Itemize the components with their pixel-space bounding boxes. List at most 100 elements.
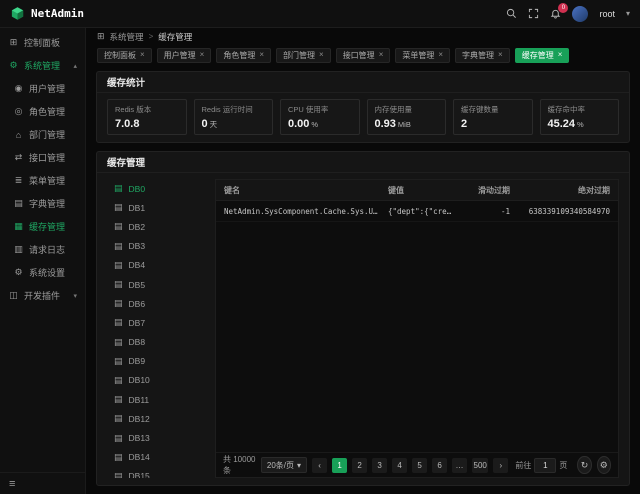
- tab-user-mgmt[interactable]: 用户管理×: [157, 48, 212, 63]
- sidebar-item-label: 控制面板: [24, 36, 60, 49]
- page-button[interactable]: 3: [372, 458, 387, 473]
- sidebar-item-dashboard[interactable]: ⊞ 控制面板: [0, 31, 85, 54]
- close-icon[interactable]: ×: [379, 51, 384, 59]
- table-row[interactable]: NetAdmin.SysComponent.Cache.Sys.UserCach…: [216, 201, 618, 222]
- tab-dept-mgmt[interactable]: 部门管理×: [276, 48, 331, 63]
- next-page-button[interactable]: ›: [493, 458, 508, 473]
- notification-bell-icon[interactable]: 0: [550, 8, 561, 19]
- db-list-item[interactable]: ▤DB2: [107, 217, 207, 236]
- refresh-button[interactable]: ↻: [577, 456, 591, 474]
- database-icon: ▤: [114, 471, 123, 478]
- plugin-icon: ◫: [8, 290, 19, 301]
- db-list-item[interactable]: ▤DB13: [107, 428, 207, 447]
- tab-dashboard[interactable]: 控制面板×: [97, 48, 152, 63]
- header-actions: 0 root ▾: [506, 6, 630, 22]
- db-list-item[interactable]: ▤DB6: [107, 294, 207, 313]
- avatar[interactable]: [572, 6, 588, 22]
- database-icon: ▤: [114, 375, 123, 386]
- breadcrumb-separator-icon: >: [149, 32, 154, 41]
- sidebar-menu: ⊞ 控制面板 ⚙ 系统管理 ▴ ◉ 用户管理 ◎ 角色管理 ⌂: [0, 28, 85, 472]
- sidebar-item-label: 部门管理: [29, 128, 65, 141]
- page-button[interactable]: 1: [332, 458, 347, 473]
- table-settings-button[interactable]: ⚙: [597, 456, 611, 474]
- db-list-item[interactable]: ▤DB8: [107, 333, 207, 352]
- sidebar-item-label: 用户管理: [29, 82, 65, 95]
- tab-dict-mgmt[interactable]: 字典管理 ×: [455, 48, 510, 63]
- tab-menu-mgmt[interactable]: 菜单管理×: [395, 48, 450, 63]
- db-list-item[interactable]: ▤DB11: [107, 390, 207, 409]
- column-header-sliding-expire: 滑动过期: [462, 185, 510, 196]
- table-header: 键名 键值 滑动过期 绝对过期: [216, 180, 618, 201]
- close-icon[interactable]: ×: [438, 51, 443, 59]
- page-button[interactable]: 5: [412, 458, 427, 473]
- sidebar-item-label: 接口管理: [29, 151, 65, 164]
- page-button[interactable]: 2: [352, 458, 367, 473]
- database-icon: ▤: [114, 317, 123, 328]
- db-list-item[interactable]: ▤DB0: [107, 179, 207, 198]
- sidebar-item-user-mgmt[interactable]: ◉ 用户管理: [0, 77, 85, 100]
- sidebar-item-dev-plugins[interactable]: ◫ 开发插件 ▾: [0, 284, 85, 307]
- sidebar-item-dict-mgmt[interactable]: ▤ 字典管理: [0, 192, 85, 215]
- stat-label: 缓存键数量: [461, 104, 525, 115]
- page-button[interactable]: 500: [472, 458, 488, 473]
- department-icon: ⌂: [13, 130, 24, 140]
- more-pages-button[interactable]: …: [452, 458, 467, 473]
- sidebar-item-request-log[interactable]: ▥ 请求日志: [0, 238, 85, 261]
- db-list-item[interactable]: ▤ DB7: [107, 313, 207, 332]
- db-list-item[interactable]: ▤DB9: [107, 352, 207, 371]
- tab-cache-mgmt[interactable]: 缓存管理×: [515, 48, 570, 63]
- close-icon[interactable]: ×: [140, 51, 145, 59]
- close-icon[interactable]: ×: [319, 51, 324, 59]
- sidebar-item-api-mgmt[interactable]: ⇄ 接口管理: [0, 146, 85, 169]
- app-logo[interactable]: NetAdmin: [10, 6, 84, 21]
- tab-role-mgmt[interactable]: 角色管理×: [216, 48, 271, 63]
- close-icon[interactable]: ×: [259, 51, 264, 59]
- page-button[interactable]: 6: [432, 458, 447, 473]
- sidebar-footer: ≡: [0, 472, 85, 494]
- stat-label: 内存使用量: [375, 104, 439, 115]
- tab-label: 字典管理: [462, 50, 494, 61]
- card-title: 缓存统计: [107, 75, 145, 89]
- sidebar-item-menu-mgmt[interactable]: ≣ 菜单管理: [0, 169, 85, 192]
- sidebar-item-system-mgmt[interactable]: ⚙ 系统管理 ▴: [0, 54, 85, 77]
- sidebar-item-cache-mgmt[interactable]: ▦ 缓存管理: [0, 215, 85, 238]
- database-icon: ▤: [114, 202, 123, 213]
- breadcrumb-root[interactable]: 系统管理: [110, 31, 144, 43]
- tab-api-mgmt[interactable]: 接口管理×: [336, 48, 391, 63]
- db-list-item[interactable]: ▤DB15: [107, 467, 207, 478]
- close-icon[interactable]: ×: [200, 51, 205, 59]
- page-size-select[interactable]: 20条/页 ▾: [261, 457, 307, 473]
- cache-mgmt-card: 缓存管理 ▤DB0 ▤DB1 ▤DB2 ▤DB3 ▤DB4 ▤DB5 ▤DB6 …: [96, 151, 630, 486]
- stat-label: CPU 使用率: [288, 104, 352, 115]
- db-label: DB7: [129, 318, 146, 328]
- notification-badge: 0: [558, 3, 568, 13]
- column-header-absolute-expire: 绝对过期: [518, 185, 610, 196]
- db-list-item[interactable]: ▤DB10: [107, 371, 207, 390]
- stat-redis-version: Redis 版本 7.0.8: [107, 99, 187, 135]
- close-icon[interactable]: ×: [498, 51, 503, 59]
- db-list-item[interactable]: ▤DB14: [107, 448, 207, 467]
- gear-icon: ⚙: [8, 60, 19, 71]
- close-icon[interactable]: ×: [558, 51, 563, 59]
- db-label: DB8: [129, 337, 146, 347]
- sidebar-item-dept-mgmt[interactable]: ⌂ 部门管理: [0, 123, 85, 146]
- page-button[interactable]: 4: [392, 458, 407, 473]
- app-header: NetAdmin 0 root ▾: [0, 0, 640, 28]
- username[interactable]: root: [599, 9, 615, 19]
- db-list-item[interactable]: ▤DB12: [107, 409, 207, 428]
- goto-page-input[interactable]: [534, 458, 556, 473]
- prev-page-button[interactable]: ‹: [312, 458, 327, 473]
- db-list-item[interactable]: ▤DB4: [107, 256, 207, 275]
- db-list-item[interactable]: ▤DB5: [107, 275, 207, 294]
- sidebar-item-role-mgmt[interactable]: ◎ 角色管理: [0, 100, 85, 123]
- stat-unit: 天: [210, 120, 218, 129]
- db-list-item[interactable]: ▤DB3: [107, 237, 207, 256]
- fullscreen-icon[interactable]: [528, 8, 539, 19]
- search-icon[interactable]: [506, 8, 517, 19]
- collapse-sidebar-icon[interactable]: ≡: [9, 478, 15, 490]
- gear-icon: ⚙: [600, 460, 608, 471]
- db-list-item[interactable]: ▤DB1: [107, 198, 207, 217]
- chevron-down-icon[interactable]: ▾: [626, 9, 630, 18]
- sidebar-item-label: 菜单管理: [29, 174, 65, 187]
- sidebar-item-system-settings[interactable]: ⚙ 系统设置: [0, 261, 85, 284]
